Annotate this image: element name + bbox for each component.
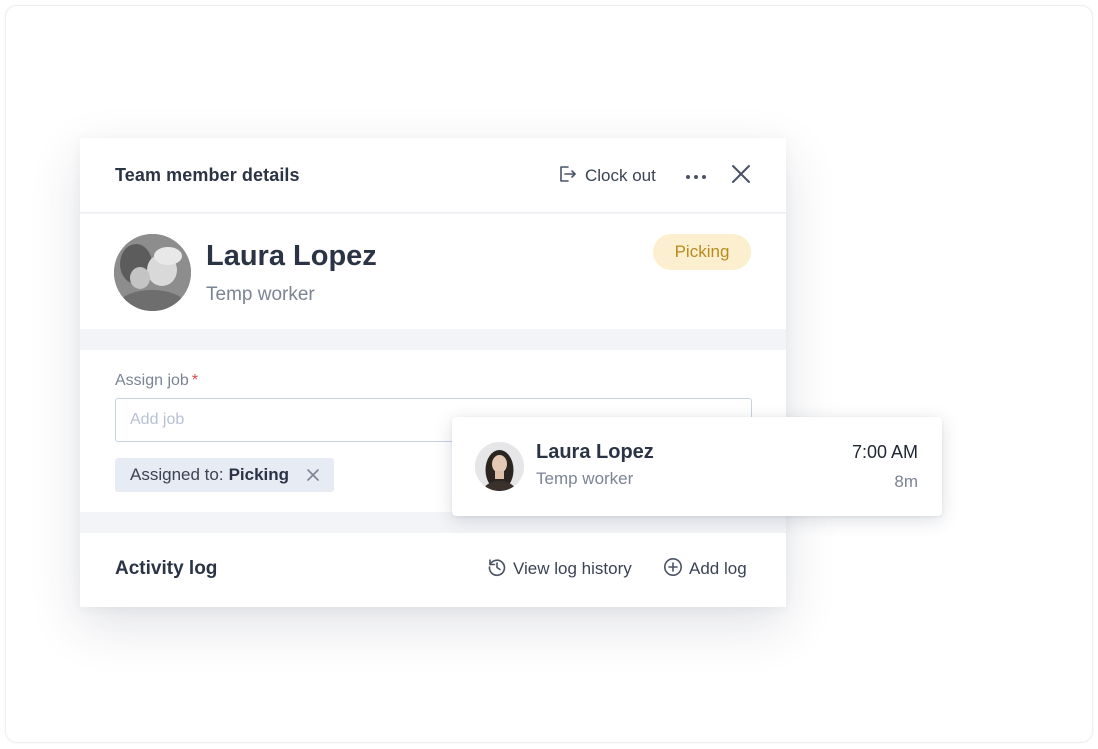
profile-section: Laura Lopez Temp worker Picking bbox=[80, 214, 786, 329]
member-hover-card[interactable]: Laura Lopez Temp worker 7:00 AM 8m bbox=[452, 417, 942, 516]
hover-card-time: 7:00 AM bbox=[851, 442, 918, 462]
team-member-panel: Team member details Clock out Laura Lope… bbox=[80, 138, 786, 607]
hover-card-role: Temp worker bbox=[536, 469, 634, 488]
status-badge: Picking bbox=[653, 234, 751, 270]
assign-job-label: Assign job * bbox=[115, 372, 198, 390]
history-icon bbox=[487, 557, 507, 582]
view-log-history-button[interactable]: View log history bbox=[487, 557, 632, 581]
member-role: Temp worker bbox=[206, 284, 315, 305]
member-name: Laura Lopez bbox=[206, 240, 377, 272]
hover-card-name: Laura Lopez bbox=[536, 441, 654, 463]
remove-chip-button[interactable] bbox=[306, 468, 320, 482]
activity-log-section: Activity log View log history Add log bbox=[80, 533, 786, 607]
close-panel-button[interactable] bbox=[729, 164, 753, 188]
chip-prefix: Assigned to: bbox=[130, 465, 224, 484]
plus-circle-icon bbox=[663, 557, 683, 582]
hover-card-duration: 8m bbox=[894, 472, 918, 491]
avatar bbox=[475, 442, 524, 491]
view-log-history-label: View log history bbox=[513, 559, 632, 578]
assigned-job-chip: Assigned to: Picking bbox=[115, 458, 335, 492]
activity-log-title: Activity log bbox=[115, 558, 218, 579]
panel-title: Team member details bbox=[115, 165, 300, 185]
clock-out-label: Clock out bbox=[585, 166, 656, 185]
more-icon bbox=[684, 167, 708, 185]
close-icon bbox=[731, 164, 751, 189]
more-options-button[interactable] bbox=[682, 164, 710, 188]
required-mark: * bbox=[191, 372, 199, 389]
add-log-button[interactable]: Add log bbox=[663, 557, 747, 581]
add-log-label: Add log bbox=[689, 559, 747, 578]
clock-out-icon bbox=[557, 164, 577, 189]
avatar bbox=[114, 234, 191, 311]
panel-header: Team member details Clock out bbox=[80, 138, 786, 213]
close-icon bbox=[307, 469, 319, 481]
clock-out-button[interactable]: Clock out bbox=[557, 164, 656, 188]
assign-job-label-text: Assign job bbox=[115, 372, 189, 389]
chip-value: Picking bbox=[228, 465, 290, 484]
